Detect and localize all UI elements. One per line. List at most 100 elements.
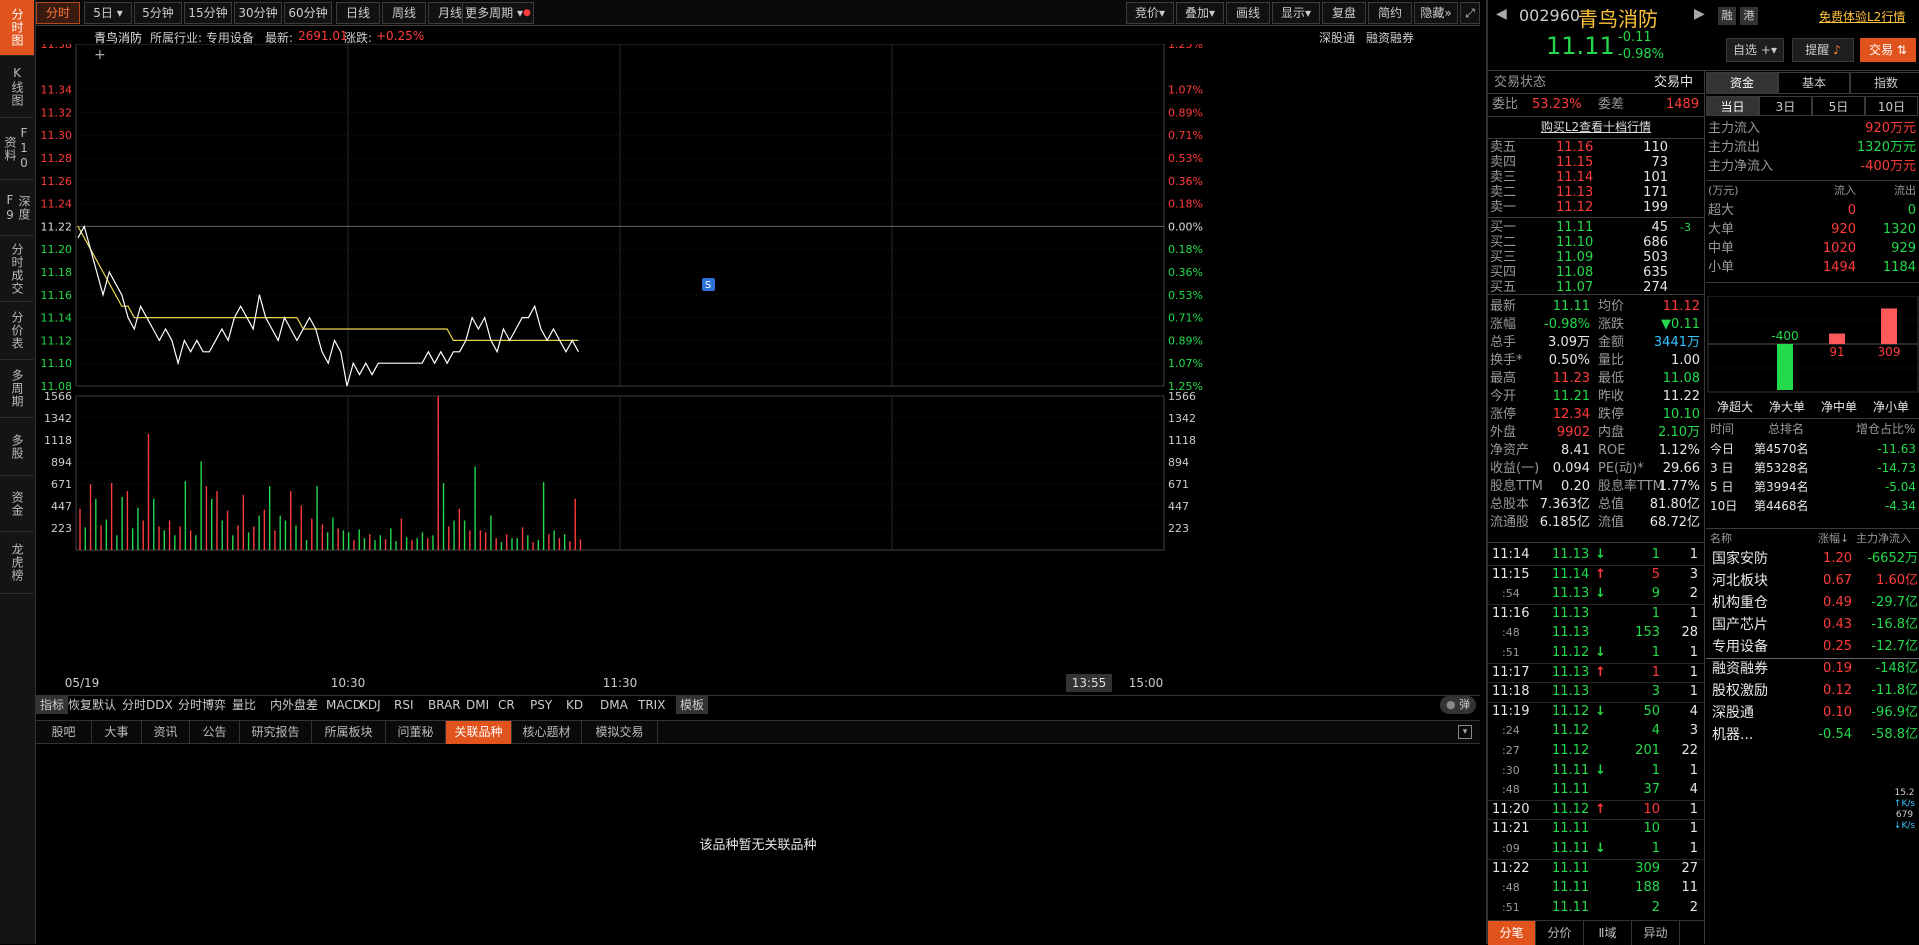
tab-multi-stock[interactable]: 多股: [0, 418, 34, 476]
next-stock-icon[interactable]: ▶: [1694, 6, 1705, 22]
sector-name[interactable]: 河北板块: [1712, 572, 1768, 590]
tick-count: 3: [1689, 723, 1698, 739]
quote-label-2: 涨跌: [1598, 317, 1625, 332]
sector-name[interactable]: 股权激励: [1712, 682, 1768, 700]
tab-timeshare[interactable]: 分时图: [0, 0, 34, 56]
indicator-tab-15[interactable]: TRIX: [638, 696, 665, 714]
indicator-tab-14[interactable]: DMA: [600, 696, 628, 714]
sector-name[interactable]: 融资融券: [1712, 660, 1768, 678]
news-tab-4[interactable]: 研究报告: [240, 721, 312, 744]
news-tab-3[interactable]: 公告: [190, 721, 240, 744]
indicator-tab-0[interactable]: 指标: [36, 696, 69, 714]
sector-name[interactable]: 国家安防: [1712, 550, 1768, 568]
tick-tab-2[interactable]: Ⅱ域: [1584, 921, 1632, 945]
tab-f10[interactable]: F10资料: [0, 118, 34, 180]
panel-toggle-icon[interactable]: ▾: [1458, 725, 1472, 739]
tab-dragon-tiger[interactable]: 龙虎榜: [0, 532, 34, 594]
fund-period-1[interactable]: 3日: [1759, 96, 1812, 116]
draw-button[interactable]: 画线: [1226, 2, 1270, 24]
period-5min[interactable]: 5分钟: [134, 2, 182, 24]
fund-tab-1[interactable]: 基本: [1778, 72, 1850, 94]
period-more[interactable]: 更多周期 ▾●: [462, 2, 534, 24]
tab-tick-trades[interactable]: 分时成交: [0, 236, 34, 302]
bid-volume: 274: [1643, 280, 1668, 295]
alert-button[interactable]: 提醒 ♪: [1792, 38, 1854, 62]
indicator-tab-1[interactable]: 恢复默认: [68, 696, 116, 714]
quote-label-2: 跌停: [1598, 407, 1625, 422]
quote-value: 0.50%: [1548, 353, 1590, 368]
period-day[interactable]: 日线: [336, 2, 380, 24]
sector-change: 1.20: [1823, 551, 1852, 566]
tab-depth[interactable]: 深度F9: [0, 180, 34, 236]
rank-head: 时间: [1710, 422, 1735, 436]
indicator-tab-12[interactable]: PSY: [530, 696, 552, 714]
tab-kline[interactable]: K线图: [0, 56, 34, 118]
fund-tab-0[interactable]: 资金: [1706, 72, 1778, 94]
l2-link[interactable]: 购买L2查看十档行情: [1488, 118, 1704, 136]
sector-name[interactable]: 深股通: [1712, 704, 1754, 722]
price-tick-label: 11.28: [41, 152, 73, 165]
indicator-tab-9[interactable]: BRAR: [428, 696, 461, 714]
indicator-tab-10[interactable]: DMI: [466, 696, 489, 714]
period-5day[interactable]: 5日 ▾: [84, 2, 132, 24]
indicator-tab-13[interactable]: KD: [566, 696, 583, 714]
trade-button[interactable]: 交易 ⇅: [1860, 38, 1916, 62]
l2-trial-link[interactable]: 免费体验L2行情: [1819, 8, 1905, 25]
indicator-tab-4[interactable]: 量比: [232, 696, 256, 714]
news-tab-5[interactable]: 所属板块: [312, 721, 386, 744]
sector-name[interactable]: 专用设备: [1712, 638, 1768, 656]
tick-list: 11:14 11.13 ↓ 1 1 11:15 11.14 ↑ 5 3:54 11.13 ↓ 9 2 11:…: [1488, 542, 1704, 920]
add-icon[interactable]: +: [94, 47, 106, 63]
sector-name[interactable]: 机构重仓: [1712, 594, 1768, 612]
indicator-tab-16[interactable]: 模板: [676, 696, 709, 714]
overlay-button[interactable]: 叠加▾: [1176, 2, 1224, 24]
simple-button[interactable]: 简约: [1368, 2, 1412, 24]
prev-stock-icon[interactable]: ◀: [1496, 6, 1507, 22]
sector-change: 0.10: [1823, 705, 1852, 720]
auction-button[interactable]: 竞价▾: [1126, 2, 1174, 24]
news-tab-7[interactable]: 关联品种: [446, 721, 512, 744]
sector-name[interactable]: 国产芯片: [1712, 616, 1768, 634]
sector-name[interactable]: 机器...: [1712, 726, 1753, 744]
fund-period-0[interactable]: 当日: [1706, 96, 1759, 116]
net-bar-value: 91: [1829, 345, 1844, 359]
add-watchlist-button[interactable]: 自选 +▾: [1726, 38, 1784, 62]
news-tab-9[interactable]: 模拟交易: [582, 721, 658, 744]
fund-panel: 资金 基本 指数 当日 3日 5日 10日 主力流入 920万元 主力流出 1320万元 主力净流入 -…: [1706, 72, 1919, 944]
tick-tab-0[interactable]: 分笔: [1488, 921, 1536, 945]
sector-change: 0.25: [1823, 639, 1852, 654]
tab-multi-period[interactable]: 多周期: [0, 360, 34, 418]
fund-period-2[interactable]: 5日: [1812, 96, 1865, 116]
fund-tab-2[interactable]: 指数: [1850, 72, 1919, 94]
tab-price-table[interactable]: 分价表: [0, 302, 34, 360]
display-button[interactable]: 显示▾: [1272, 2, 1320, 24]
news-tab-1[interactable]: 大事: [92, 721, 142, 744]
indicator-tab-3[interactable]: 分时博弈: [178, 696, 226, 714]
tab-fund[interactable]: 资金: [0, 476, 34, 532]
period-timeshare[interactable]: 分时: [36, 2, 80, 24]
period-15min[interactable]: 15分钟: [184, 2, 232, 24]
replay-button[interactable]: 复盘: [1322, 2, 1366, 24]
news-tab-6[interactable]: 问董秘: [386, 721, 446, 744]
indicator-tab-11[interactable]: CR: [498, 696, 515, 714]
period-60min[interactable]: 60分钟: [284, 2, 332, 24]
tick-tab-3[interactable]: 异动: [1632, 921, 1680, 945]
indicator-tab-7[interactable]: KDJ: [360, 696, 381, 714]
tick-tab-1[interactable]: 分价: [1536, 921, 1584, 945]
fullscreen-icon[interactable]: ⤢: [1460, 2, 1480, 24]
hide-button[interactable]: 隐藏»: [1414, 2, 1458, 24]
indicator-tab-8[interactable]: RSI: [394, 696, 414, 714]
news-tab-8[interactable]: 核心题材: [512, 721, 582, 744]
indicator-tab-5[interactable]: 内外盘差: [270, 696, 318, 714]
rank-value: 第5328名: [1754, 461, 1809, 475]
sector-flow: -11.8亿: [1871, 683, 1918, 698]
period-30min[interactable]: 30分钟: [234, 2, 282, 24]
news-tab-2[interactable]: 资讯: [142, 721, 190, 744]
period-week[interactable]: 周线: [382, 2, 426, 24]
sector-change: 0.43: [1823, 617, 1852, 632]
fund-period-3[interactable]: 10日: [1865, 96, 1918, 116]
indicator-tab-6[interactable]: MACD: [326, 696, 362, 714]
news-tab-0[interactable]: 股吧: [36, 721, 92, 744]
popup-toggle[interactable]: ● 弹: [1440, 696, 1477, 714]
indicator-tab-2[interactable]: 分时DDX: [122, 696, 173, 714]
